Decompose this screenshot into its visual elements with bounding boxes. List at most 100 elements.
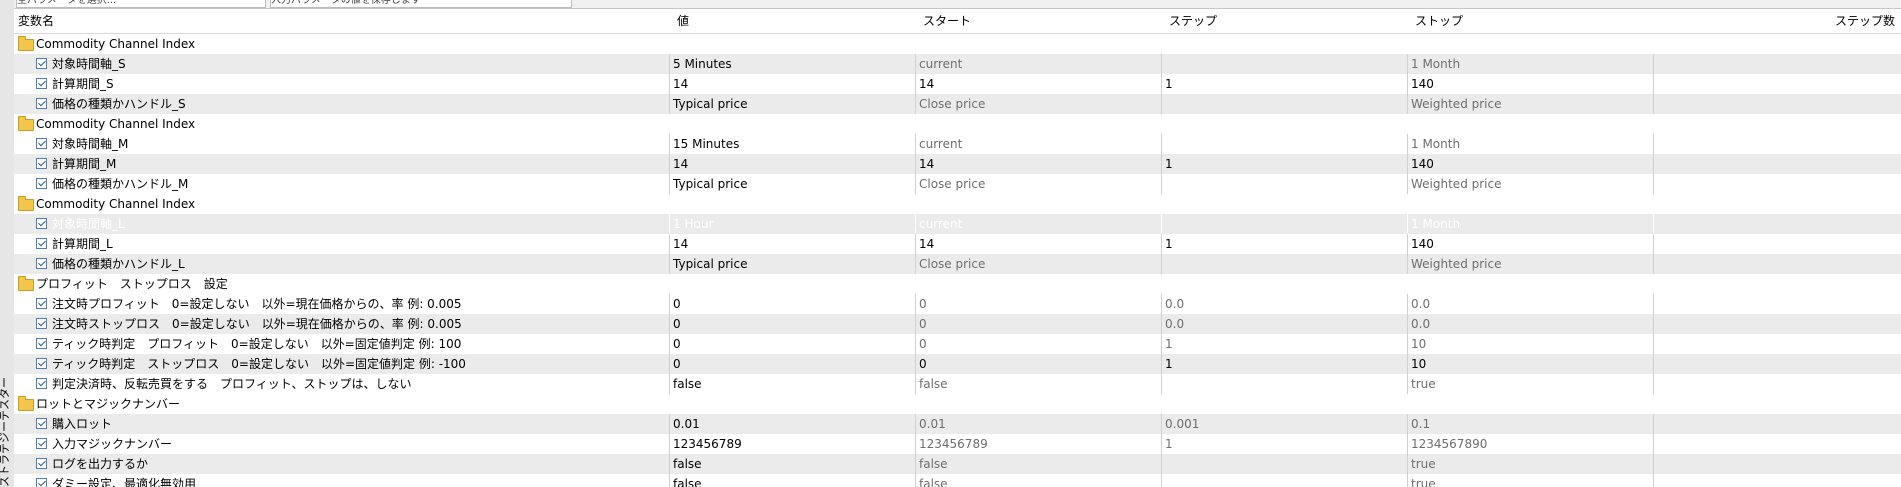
stop-cell[interactable]: 0.0 — [1407, 314, 1653, 334]
value-cell[interactable]: Typical price — [669, 254, 915, 274]
parameter-row[interactable]: 価格の種類かハンドル_L Typical price Close price Weig… — [14, 254, 1901, 274]
stop-cell[interactable]: Weighted price — [1407, 174, 1653, 194]
parameter-checkbox[interactable] — [36, 358, 47, 369]
stop-cell[interactable]: 1 Month — [1407, 134, 1653, 154]
parameter-row[interactable]: 対象時間軸_M 15 Minutes current 1 Month — [14, 134, 1901, 154]
parameter-row[interactable]: 注文時ストップロス 0=設定しない 以外=現在価格からの、率 例: 0.005 0… — [14, 314, 1901, 334]
steps-cell[interactable] — [1653, 334, 1901, 354]
value-cell[interactable]: 14 — [669, 154, 915, 174]
parameter-row[interactable]: 価格の種類かハンドル_S Typical price Close price Weig… — [14, 94, 1901, 114]
steps-cell[interactable] — [1653, 354, 1901, 374]
step-cell[interactable]: 0.001 — [1161, 414, 1407, 434]
parameter-row[interactable]: 対象時間軸_S 5 Minutes current 1 Month — [14, 54, 1901, 74]
parameter-checkbox[interactable] — [36, 218, 47, 229]
start-cell[interactable]: current — [915, 134, 1161, 154]
steps-cell[interactable] — [1653, 434, 1901, 454]
steps-cell[interactable] — [1653, 474, 1901, 487]
stop-cell[interactable]: 1 Month — [1407, 54, 1653, 74]
parameter-row[interactable]: ログを出力するか false false true — [14, 454, 1901, 474]
parameter-checkbox[interactable] — [36, 438, 47, 449]
start-cell[interactable]: 14 — [915, 234, 1161, 254]
start-cell[interactable]: 123456789 — [915, 434, 1161, 454]
parameter-row[interactable]: ティック時判定 プロフィット 0=設定しない 以外=固定値判定 例: 100 0 0… — [14, 334, 1901, 354]
parameter-select-field[interactable]: 全パラメータを選択... — [16, 0, 266, 8]
start-cell[interactable]: false — [915, 474, 1161, 487]
start-cell[interactable]: 0 — [915, 354, 1161, 374]
start-cell[interactable]: 0 — [915, 334, 1161, 354]
stop-cell[interactable]: 1 Month — [1407, 214, 1653, 234]
steps-cell[interactable] — [1653, 154, 1901, 174]
start-cell[interactable]: 0.01 — [915, 414, 1161, 434]
parameter-row[interactable]: 価格の種類かハンドル_M Typical price Close price Weig… — [14, 174, 1901, 194]
steps-cell[interactable] — [1653, 414, 1901, 434]
parameter-checkbox[interactable] — [36, 458, 47, 469]
start-cell[interactable]: current — [915, 214, 1161, 234]
stop-cell[interactable]: 0.1 — [1407, 414, 1653, 434]
value-cell[interactable]: 0 — [669, 334, 915, 354]
steps-cell[interactable] — [1653, 314, 1901, 334]
stop-cell[interactable]: 140 — [1407, 154, 1653, 174]
parameter-checkbox[interactable] — [36, 238, 47, 249]
column-header-step[interactable]: ステップ — [1165, 9, 1399, 33]
parameter-checkbox[interactable] — [36, 478, 47, 487]
value-cell[interactable]: 0 — [669, 354, 915, 374]
parameter-checkbox[interactable] — [36, 378, 47, 389]
stop-cell[interactable]: 1234567890 — [1407, 434, 1653, 454]
step-cell[interactable] — [1161, 54, 1407, 74]
parameter-checkbox[interactable] — [36, 338, 47, 349]
group-row[interactable]: Commodity Channel Index — [14, 194, 1901, 214]
parameter-checkbox[interactable] — [36, 418, 47, 429]
start-cell[interactable]: 14 — [915, 74, 1161, 94]
steps-cell[interactable] — [1653, 214, 1901, 234]
stop-cell[interactable]: Weighted price — [1407, 94, 1653, 114]
parameter-row[interactable]: 入力マジックナンバー 123456789 123456789 1 1234567890 — [14, 434, 1901, 454]
step-cell[interactable] — [1161, 374, 1407, 394]
parameter-checkbox[interactable] — [36, 78, 47, 89]
group-row[interactable]: Commodity Channel Index — [14, 34, 1901, 54]
parameter-checkbox[interactable] — [36, 98, 47, 109]
step-cell[interactable] — [1161, 454, 1407, 474]
step-cell[interactable]: 1 — [1161, 74, 1407, 94]
parameter-row[interactable]: 計算期間_M 14 14 1 140 — [14, 154, 1901, 174]
value-cell[interactable]: 14 — [669, 74, 915, 94]
step-cell[interactable] — [1161, 134, 1407, 154]
value-cell[interactable]: 0 — [669, 314, 915, 334]
steps-cell[interactable] — [1653, 234, 1901, 254]
start-cell[interactable]: 14 — [915, 154, 1161, 174]
column-header-steps[interactable]: ステップ数 — [1657, 9, 1901, 33]
steps-cell[interactable] — [1653, 294, 1901, 314]
value-cell[interactable]: false — [669, 474, 915, 487]
parameter-checkbox[interactable] — [36, 258, 47, 269]
stop-cell[interactable]: 0.0 — [1407, 294, 1653, 314]
step-cell[interactable] — [1161, 174, 1407, 194]
parameter-row[interactable]: 購入ロット 0.01 0.01 0.001 0.1 — [14, 414, 1901, 434]
parameter-row[interactable]: 判定決済時、反転売買をする プロフィット、ストップは、しない false false… — [14, 374, 1901, 394]
column-header-value[interactable]: 値 — [673, 9, 907, 33]
start-cell[interactable]: Close price — [915, 254, 1161, 274]
value-cell[interactable]: 14 — [669, 234, 915, 254]
group-row[interactable]: Commodity Channel Index — [14, 114, 1901, 134]
stop-cell[interactable]: Weighted price — [1407, 254, 1653, 274]
value-cell[interactable]: 15 Minutes — [669, 134, 915, 154]
start-cell[interactable]: Close price — [915, 174, 1161, 194]
start-cell[interactable]: false — [915, 374, 1161, 394]
step-cell[interactable] — [1161, 254, 1407, 274]
steps-cell[interactable] — [1653, 174, 1901, 194]
parameter-checkbox[interactable] — [36, 158, 47, 169]
group-row[interactable]: プロフィット ストップロス 設定 — [14, 274, 1901, 294]
strategy-tester-side-tab[interactable]: ストラテジーテスター — [0, 0, 15, 487]
stop-cell[interactable]: true — [1407, 374, 1653, 394]
parameter-row[interactable]: ティック時判定 ストップロス 0=設定しない 以外=固定値判定 例: -100 0… — [14, 354, 1901, 374]
parameter-row[interactable]: 計算期間_L 14 14 1 140 — [14, 234, 1901, 254]
value-cell[interactable]: false — [669, 454, 915, 474]
parameter-checkbox[interactable] — [36, 178, 47, 189]
steps-cell[interactable] — [1653, 94, 1901, 114]
value-cell[interactable]: 0.01 — [669, 414, 915, 434]
steps-cell[interactable] — [1653, 374, 1901, 394]
steps-cell[interactable] — [1653, 74, 1901, 94]
value-cell[interactable]: 1 Hour — [669, 214, 915, 234]
stop-cell[interactable]: 140 — [1407, 234, 1653, 254]
step-cell[interactable]: 1 — [1161, 154, 1407, 174]
column-header-start[interactable]: スタート — [919, 9, 1153, 33]
value-cell[interactable]: Typical price — [669, 174, 915, 194]
